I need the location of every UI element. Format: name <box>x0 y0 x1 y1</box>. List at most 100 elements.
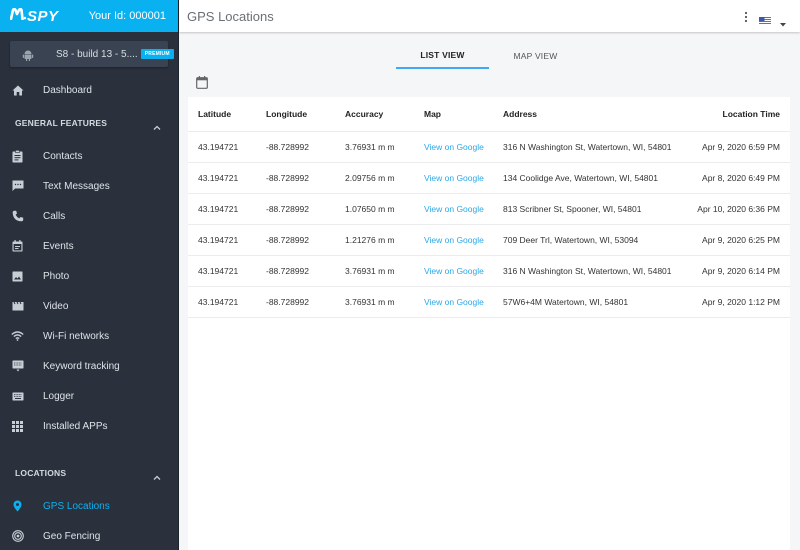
cell-map: View on Google <box>424 131 503 163</box>
device-selector[interactable]: S8 - build 13 - 5.... PREMIUM <box>10 41 174 67</box>
view-on-google-link[interactable]: View on Google <box>424 266 484 276</box>
sidebar-item-photo[interactable]: Photo <box>0 261 178 291</box>
brand-bar: SPY Your Id: 000001 <box>0 0 178 32</box>
view-on-google-link[interactable]: View on Google <box>424 235 484 245</box>
language-dropdown-caret-icon[interactable] <box>780 14 786 27</box>
chevron-up-icon <box>153 469 161 480</box>
cell-location-time: Apr 9, 2020 6:25 PM <box>683 224 790 256</box>
sidebar-item-contacts[interactable]: Contacts <box>0 141 178 171</box>
cell-location-time: Apr 10, 2020 6:36 PM <box>683 193 790 225</box>
cell-latitude: 43.194721 <box>188 131 266 163</box>
cell-map: View on Google <box>424 255 503 287</box>
cell-map: View on Google <box>424 162 503 194</box>
sidebar-item-text-messages[interactable]: Text Messages <box>0 171 178 201</box>
table-header-row: Latitude Longitude Accuracy Map Address … <box>188 97 790 132</box>
cell-location-time: Apr 9, 2020 1:12 PM <box>683 286 790 318</box>
cell-longitude: -88.728992 <box>266 162 345 194</box>
sidebar-item-label: GPS Locations <box>43 500 110 512</box>
column-header-latitude[interactable]: Latitude <box>188 97 266 132</box>
cell-map: View on Google <box>424 224 503 256</box>
sidebar-item-dashboard[interactable]: Dashboard <box>0 75 178 105</box>
table-row: 43.194721 -88.728992 3.76931 m m View on… <box>188 286 790 318</box>
sidebar-item-wifi-networks[interactable]: Wi-Fi networks <box>0 321 178 351</box>
logo-text: SPY <box>27 7 59 25</box>
table-row: 43.194721 -88.728992 1.07650 m m View on… <box>188 193 790 225</box>
sidebar-item-gps-locations[interactable]: GPS Locations <box>0 491 178 521</box>
cell-longitude: -88.728992 <box>266 255 345 287</box>
cell-latitude: 43.194721 <box>188 193 266 225</box>
date-filter-calendar-icon[interactable] <box>196 76 208 89</box>
sidebar-item-keyword-tracking[interactable]: Keyword tracking <box>0 351 178 381</box>
cell-address: 134 Coolidge Ave, Watertown, WI, 54801 <box>503 162 683 194</box>
top-header: GPS Locations <box>179 0 800 32</box>
table-row: 43.194721 -88.728992 3.76931 m m View on… <box>188 131 790 163</box>
more-vertical-icon[interactable] <box>744 10 748 23</box>
table-row: 43.194721 -88.728992 3.76931 m m View on… <box>188 255 790 287</box>
sidebar-item-events[interactable]: Events <box>0 231 178 261</box>
wifi-icon <box>11 330 24 343</box>
sidebar-item-label: Dashboard <box>43 84 92 96</box>
sidebar-item-label: Keyword tracking <box>43 360 120 372</box>
section-title: GENERAL FEATURES <box>15 118 108 128</box>
column-header-longitude[interactable]: Longitude <box>266 97 345 132</box>
column-header-map[interactable]: Map <box>424 97 503 132</box>
cell-latitude: 43.194721 <box>188 224 266 256</box>
sidebar-item-video[interactable]: Video <box>0 291 178 321</box>
tab-list-view[interactable]: LIST VIEW <box>396 42 489 69</box>
cell-longitude: -88.728992 <box>266 193 345 225</box>
cell-location-time: Apr 9, 2020 6:14 PM <box>683 255 790 287</box>
sidebar-item-label: Text Messages <box>43 180 110 192</box>
tab-map-view[interactable]: MAP VIEW <box>489 42 582 69</box>
view-tabs: LIST VIEW MAP VIEW <box>396 42 582 69</box>
cell-latitude: 43.194721 <box>188 162 266 194</box>
cell-address: 316 N Washington St, Watertown, WI, 5480… <box>503 131 683 163</box>
cell-accuracy: 3.76931 m m <box>345 131 424 163</box>
sidebar-item-calls[interactable]: Calls <box>0 201 178 231</box>
logo-mark <box>9 7 27 25</box>
cell-latitude: 43.194721 <box>188 286 266 318</box>
home-icon <box>11 84 24 97</box>
cell-address: 57W6+4M Watertown, WI, 54801 <box>503 286 683 318</box>
sidebar-item-geo-fencing[interactable]: Geo Fencing <box>0 521 178 550</box>
view-on-google-link[interactable]: View on Google <box>424 297 484 307</box>
target-icon <box>11 530 24 543</box>
view-on-google-link[interactable]: View on Google <box>424 173 484 183</box>
sidebar-item-label: Logger <box>43 390 75 402</box>
cell-address: 316 N Washington St, Watertown, WI, 5480… <box>503 255 683 287</box>
table-row: 43.194721 -88.728992 2.09756 m m View on… <box>188 162 790 194</box>
section-title: LOCATIONS <box>15 468 67 478</box>
view-on-google-link[interactable]: View on Google <box>424 142 484 152</box>
android-icon <box>22 48 34 61</box>
calendar-icon <box>11 240 24 253</box>
cell-address: 709 Deer Trl, Watertown, WI, 53094 <box>503 224 683 256</box>
section-general-features[interactable]: GENERAL FEATURES <box>0 105 178 141</box>
locations-table: Latitude Longitude Accuracy Map Address … <box>188 97 790 318</box>
sidebar-item-logger[interactable]: Logger <box>0 381 178 411</box>
cell-accuracy: 3.76931 m m <box>345 286 424 318</box>
column-header-address[interactable]: Address <box>503 97 683 132</box>
us-flag-icon[interactable] <box>759 12 771 25</box>
premium-badge: PREMIUM <box>140 49 174 59</box>
sidebar-item-label: Wi-Fi networks <box>43 330 110 342</box>
page-title: GPS Locations <box>187 8 274 24</box>
cell-accuracy: 3.76931 m m <box>345 255 424 287</box>
cell-accuracy: 2.09756 m m <box>345 162 424 194</box>
logo[interactable]: SPY <box>9 7 59 25</box>
header-actions <box>744 10 786 27</box>
cell-address: 813 Scribner St, Spooner, WI, 54801 <box>503 193 683 225</box>
cell-latitude: 43.194721 <box>188 255 266 287</box>
cell-map: View on Google <box>424 193 503 225</box>
contacts-clipboard-icon <box>11 149 24 163</box>
cell-accuracy: 1.21276 m m <box>345 224 424 256</box>
column-header-accuracy[interactable]: Accuracy <box>345 97 424 132</box>
sidebar-item-installed-apps[interactable]: Installed APPs <box>0 411 178 441</box>
column-header-location-time[interactable]: Location Time <box>683 97 790 132</box>
table-row: 43.194721 -88.728992 1.21276 m m View on… <box>188 224 790 256</box>
view-on-google-link[interactable]: View on Google <box>424 204 484 214</box>
video-clapper-icon <box>11 300 24 313</box>
sidebar-item-label: Installed APPs <box>43 420 108 432</box>
map-pin-icon <box>11 500 24 513</box>
sidebar-item-label: Photo <box>43 270 70 282</box>
section-locations[interactable]: LOCATIONS <box>0 455 178 491</box>
message-icon <box>11 180 24 193</box>
